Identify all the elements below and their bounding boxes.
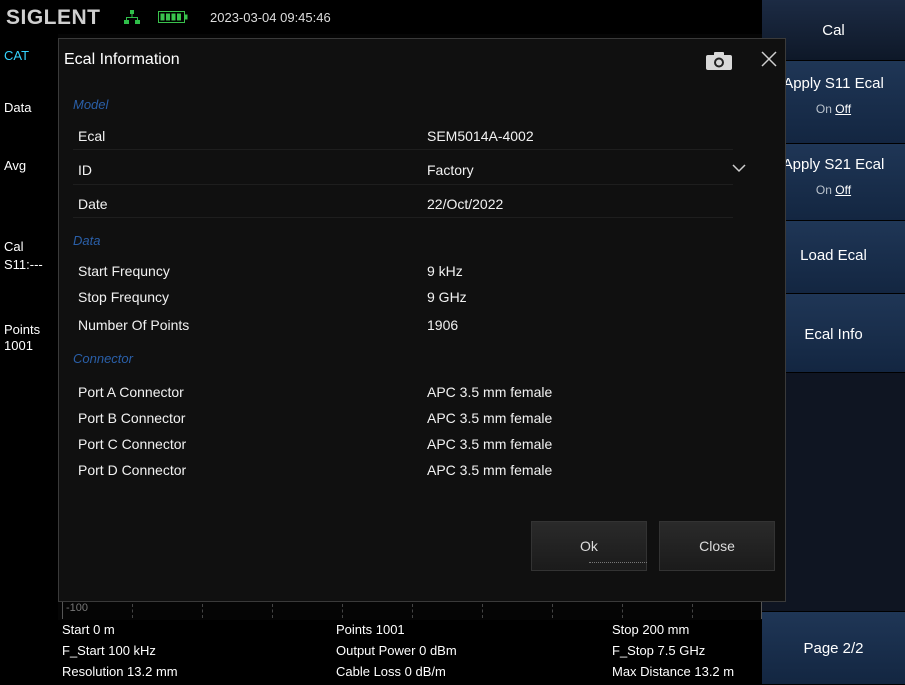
ecal-information-dialog: Ecal Information Model Ecal SEM5014A-400… <box>58 38 786 602</box>
page-label: Page 2/2 <box>803 640 864 657</box>
y-axis-label: -100 <box>66 602 89 614</box>
ecal-value: SEM5014A-4002 <box>427 128 534 144</box>
section-data-heading: Data <box>73 233 101 248</box>
number-of-points-value: 1906 <box>427 317 459 333</box>
battery-icon <box>158 11 188 23</box>
stop-frequency-value: 9 GHz <box>427 289 467 305</box>
close-icon[interactable] <box>759 49 779 69</box>
port-d-connector-value: APC 3.5 mm female <box>427 462 553 478</box>
cat-mode-label: CAT <box>4 48 30 63</box>
left-info-panel: CAT Data Avg Cal S11:--- Points 1001 <box>0 34 58 604</box>
resolution-info: Resolution 13.2 mm <box>62 664 178 679</box>
page-button[interactable]: Page 2/2 <box>762 612 905 685</box>
toggle-off-option: Off <box>835 183 852 197</box>
camera-icon[interactable] <box>705 51 733 71</box>
toggle-on-option: On <box>815 102 832 116</box>
cal-menu-title: Cal <box>822 22 845 39</box>
ecal-label: Ecal <box>78 128 106 144</box>
max-distance-info: Max Distance 13.2 m <box>612 664 735 679</box>
port-b-connector-value: APC 3.5 mm female <box>427 410 553 426</box>
toggle-on-option: On <box>815 183 832 197</box>
s11-cal-status: S11:--- <box>4 257 43 272</box>
datetime: 2023-03-04 09:45:46 <box>210 10 331 25</box>
row-divider <box>73 149 733 150</box>
points-value: 1001 <box>4 338 33 353</box>
date-value: 22/Oct/2022 <box>427 196 504 212</box>
chevron-down-icon[interactable] <box>731 162 747 174</box>
points-label: Points <box>4 322 41 337</box>
data-label: Data <box>4 100 32 115</box>
section-model-heading: Model <box>73 97 109 112</box>
port-c-connector-value: APC 3.5 mm female <box>427 436 553 452</box>
cal-label: Cal <box>4 239 24 254</box>
close-button[interactable]: Close <box>659 521 775 571</box>
cable-loss-info: Cable Loss 0 dB/m <box>336 664 446 679</box>
port-a-connector-label: Port A Connector <box>78 384 184 400</box>
row-divider <box>73 217 733 218</box>
port-c-connector-label: Port C Connector <box>78 436 187 452</box>
date-label: Date <box>78 196 108 212</box>
avg-label: Avg <box>4 158 27 173</box>
row-divider <box>73 184 733 185</box>
ok-focus-indicator <box>589 562 647 563</box>
ok-button[interactable]: Ok <box>531 521 647 571</box>
start-frequency-label: Start Frequncy <box>78 263 170 279</box>
start-frequency-value: 9 kHz <box>427 263 463 279</box>
id-dropdown-value[interactable]: Factory <box>427 162 474 178</box>
stop-frequency-label: Stop Frequncy <box>78 289 170 305</box>
status-bar: SIGLENT 2023-03-04 09:45:46 <box>0 0 762 34</box>
number-of-points-label: Number Of Points <box>78 317 190 333</box>
points-info: Points 1001 <box>336 622 405 637</box>
network-icon <box>124 10 140 24</box>
brand-logo: SIGLENT <box>6 6 101 29</box>
port-a-connector-value: APC 3.5 mm female <box>427 384 553 400</box>
stop-info: Stop 200 mm <box>612 622 690 637</box>
port-d-connector-label: Port D Connector <box>78 462 187 478</box>
id-label: ID <box>78 162 92 178</box>
dialog-title: Ecal Information <box>64 51 180 68</box>
sweep-info-bar: Start 0 m Points 1001 Stop 200 mm F_Star… <box>58 620 762 684</box>
port-b-connector-label: Port B Connector <box>78 410 186 426</box>
f-stop-info: F_Stop 7.5 GHz <box>612 643 706 658</box>
toggle-off-option: Off <box>835 102 852 116</box>
section-connector-heading: Connector <box>73 351 133 366</box>
start-info: Start 0 m <box>62 622 115 637</box>
f-start-info: F_Start 100 kHz <box>62 643 156 658</box>
output-power-info: Output Power 0 dBm <box>336 643 457 658</box>
